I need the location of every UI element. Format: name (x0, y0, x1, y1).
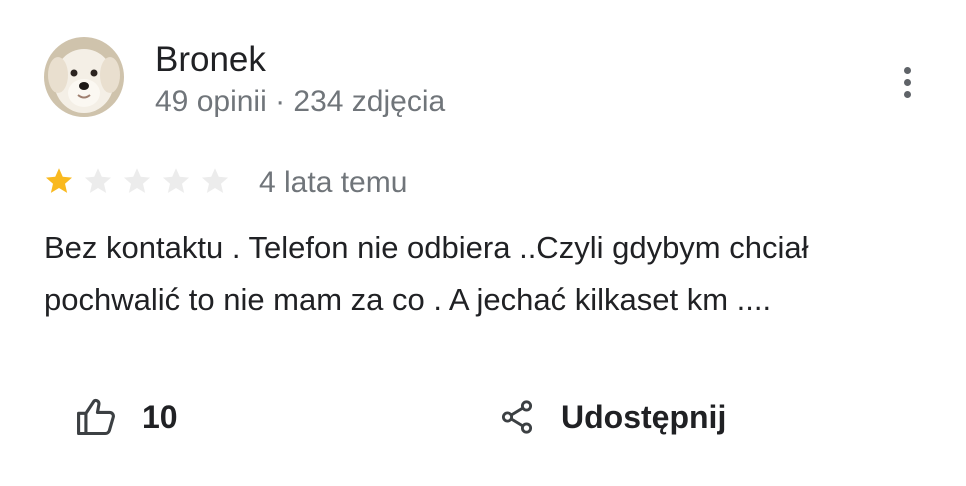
like-count: 10 (142, 398, 178, 435)
star-icon-empty (202, 168, 228, 193)
share-label: Udostępnij (561, 398, 727, 435)
more-options-button[interactable] (892, 62, 922, 102)
review-time: 4 lata temu (259, 166, 408, 199)
review-text-line: Bez kontaktu . Telefon nie odbiera ..Czy… (44, 230, 809, 265)
star-rating (44, 166, 230, 196)
more-vert-icon (903, 66, 911, 74)
review-text-line: pochwalić to nie mam za co . A jechać ki… (44, 282, 772, 317)
dog-avatar-image (44, 37, 124, 117)
avatar[interactable] (44, 37, 124, 117)
more-vert-icon-dot (903, 78, 911, 86)
share-button[interactable]: Udostępnij (498, 392, 726, 442)
more-vert-icon-dot (903, 90, 911, 98)
thumb-up-icon (77, 398, 115, 436)
star-icon-filled (46, 168, 72, 193)
author-meta: 49 opinii · 234 zdjęcia (155, 85, 446, 118)
star-icon-empty (124, 168, 150, 193)
author-name[interactable]: Bronek (155, 38, 266, 82)
share-icon (501, 400, 533, 434)
review-card: Bronek 49 opinii · 234 zdjęcia 4 lata te… (0, 0, 966, 486)
like-button[interactable]: 10 (74, 392, 178, 442)
star-icon-empty (163, 168, 189, 193)
star-icon-empty (85, 168, 111, 193)
review-text: Bez kontaktu . Telefon nie odbiera ..Czy… (44, 222, 944, 326)
